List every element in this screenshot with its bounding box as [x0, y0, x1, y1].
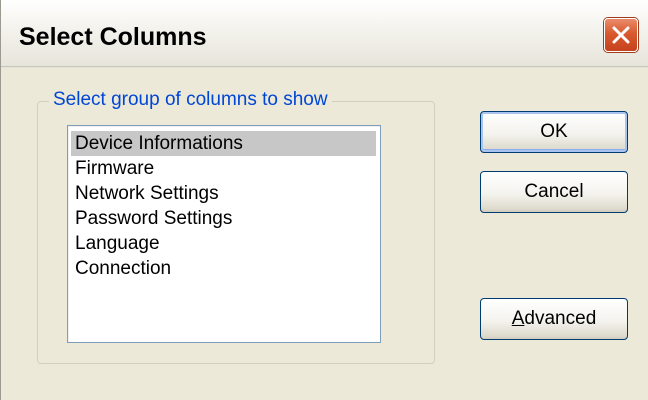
column-group-list[interactable]: Device Informations Firmware Network Set… — [67, 125, 381, 343]
ok-button[interactable]: OK — [480, 111, 628, 153]
list-item-firmware[interactable]: Firmware — [71, 156, 376, 181]
title-divider — [1, 66, 648, 67]
advanced-label-rest: dvanced — [524, 308, 597, 329]
list-item-network-settings[interactable]: Network Settings — [71, 181, 376, 206]
cancel-button-label: Cancel — [524, 181, 584, 202]
close-icon — [612, 26, 630, 44]
group-legend: Select group of columns to show — [49, 88, 332, 112]
list-item-device-informations[interactable]: Device Informations — [71, 131, 376, 156]
cancel-button[interactable]: Cancel — [480, 171, 628, 213]
title-bar[interactable]: Select Columns — [1, 0, 648, 68]
list-item-password-settings[interactable]: Password Settings — [71, 206, 376, 231]
list-item-connection[interactable]: Connection — [71, 256, 376, 281]
advanced-button-label: Advanced — [512, 308, 597, 329]
window-title: Select Columns — [19, 23, 207, 51]
advanced-mnemonic: A — [511, 308, 525, 329]
advanced-button[interactable]: Advanced — [480, 298, 628, 340]
ok-button-label: OK — [540, 121, 568, 142]
close-button[interactable] — [604, 18, 638, 52]
list-item-language[interactable]: Language — [71, 231, 376, 256]
select-columns-dialog: Select Columns Select group of columns t… — [0, 0, 648, 400]
